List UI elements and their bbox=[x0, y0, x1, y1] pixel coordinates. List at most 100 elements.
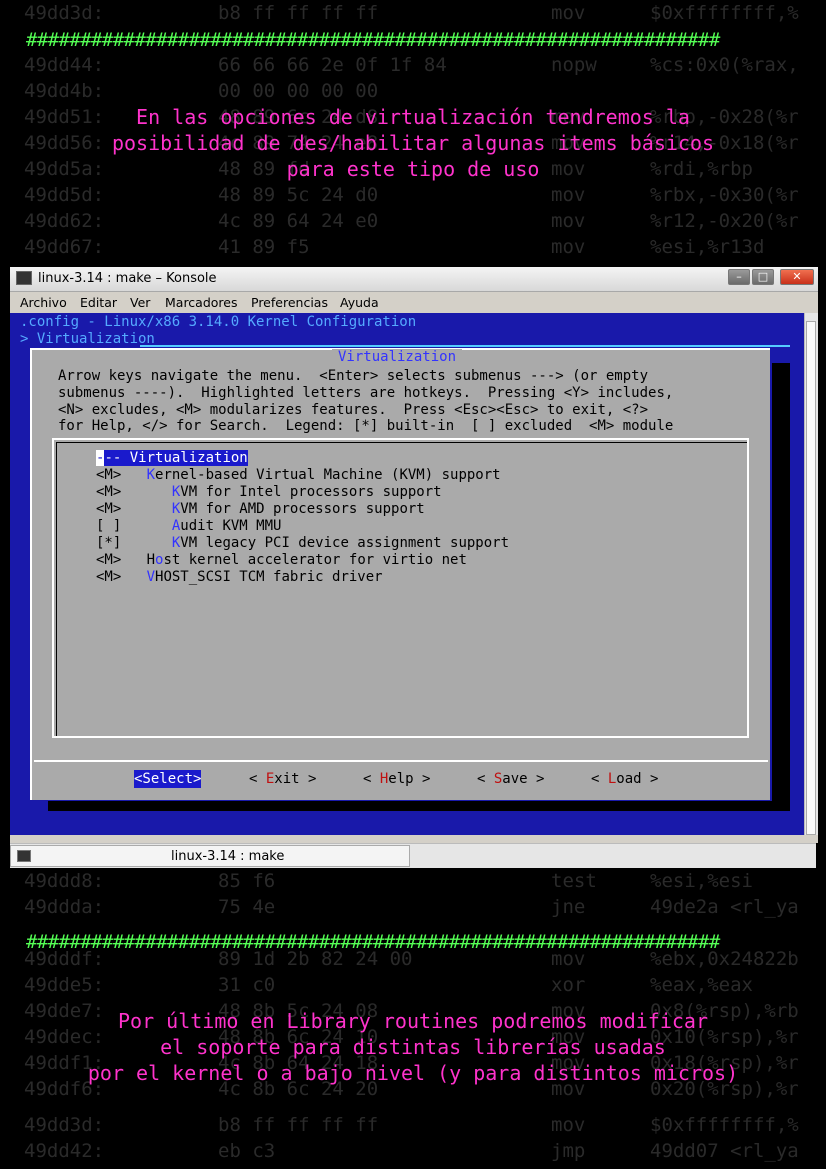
terminal-area[interactable]: .config - Linux/x86 3.14.0 Kernel Config… bbox=[10, 313, 804, 835]
menu-marcadores[interactable]: Marcadores bbox=[165, 295, 238, 310]
window-titlebar[interactable]: linux-3.14 : make – Konsole – □ ✕ bbox=[10, 267, 818, 292]
asm-field: b8 ff ff ff ff bbox=[218, 1114, 379, 1136]
help-button[interactable]: < Help > bbox=[363, 770, 430, 788]
close-button[interactable]: ✕ bbox=[780, 269, 814, 285]
help-text: Arrow keys navigate the menu. <Enter> se… bbox=[58, 368, 674, 435]
asm-field: 4c 89 64 24 e0 bbox=[218, 210, 379, 232]
asm-field: xor bbox=[551, 974, 586, 996]
load-button[interactable]: < Load > bbox=[591, 770, 658, 788]
asm-field: mov bbox=[551, 2, 586, 24]
list-item-kvm[interactable]: <M> Kernel-based Virtual Machine (KVM) s… bbox=[96, 467, 501, 484]
asm-field: 49ddd8: bbox=[24, 870, 105, 892]
asm-field: 49dd3d: bbox=[24, 1114, 105, 1136]
asm-field: %cs:0x0(%rax, bbox=[650, 54, 799, 76]
asm-field: mov bbox=[551, 210, 586, 232]
hash-divider-bottom: ########################################… bbox=[26, 931, 720, 953]
dialog-shadow-bottom bbox=[48, 801, 790, 811]
select-button[interactable]: <Select> bbox=[134, 770, 202, 788]
asm-field: $0xffffffff,% bbox=[650, 1114, 799, 1136]
asm-line: 49dd4b: 00 00 00 00 00 bbox=[0, 78, 826, 104]
asm-line: 49dd3d: b8 ff ff ff ff mov $0xffffffff,% bbox=[0, 1112, 826, 1138]
header-rule bbox=[140, 345, 790, 347]
asm-field: %esi,%esi bbox=[650, 870, 753, 892]
taskbar: linux-3.14 : make bbox=[10, 843, 816, 868]
window-title: linux-3.14 : make – Konsole bbox=[38, 271, 217, 286]
menu-preferencias[interactable]: Preferencias bbox=[251, 295, 328, 310]
asm-field: %r12,-0x20(%r bbox=[650, 210, 799, 232]
asm-field: nopw bbox=[551, 54, 597, 76]
dialog-shadow-right bbox=[772, 363, 790, 808]
asm-line: 49dd5d: 48 89 5c 24 d0 mov %rbx,-0x30(%r bbox=[0, 182, 826, 208]
asm-field: jmp bbox=[551, 1140, 586, 1162]
options-list: --- Virtualization <M> Kernel-based Virt… bbox=[52, 438, 749, 738]
minimize-button[interactable]: – bbox=[728, 269, 750, 285]
asm-field: 49de2a <rl_ya bbox=[650, 896, 799, 918]
maximize-button[interactable]: □ bbox=[752, 269, 774, 285]
asm-field: 85 f6 bbox=[218, 870, 276, 892]
asm-line: 49dd62: 4c 89 64 24 e0 mov %r12,-0x20(%r bbox=[0, 208, 826, 234]
list-item-audit-kvm-mmu[interactable]: [ ] Audit KVM MMU bbox=[96, 518, 281, 535]
menu-archivo[interactable]: Archivo bbox=[20, 295, 67, 310]
konsole-window: linux-3.14 : make – Konsole – □ ✕ Archiv… bbox=[10, 267, 818, 843]
asm-field: 31 c0 bbox=[218, 974, 276, 996]
asm-field: b8 ff ff ff ff bbox=[218, 2, 379, 24]
terminal-icon bbox=[16, 271, 32, 285]
asm-field: %esi,%r13d bbox=[650, 236, 765, 258]
asm-field: 41 89 f5 bbox=[218, 236, 310, 258]
list-item-kvm-amd[interactable]: <M> KVM for AMD processors support bbox=[96, 501, 425, 518]
list-item-vhost-net[interactable]: <M> Host kernel accelerator for virtio n… bbox=[96, 552, 467, 569]
asm-field: 49dd5d: bbox=[24, 184, 105, 206]
menu-ayuda[interactable]: Ayuda bbox=[340, 295, 379, 310]
asm-field: mov bbox=[551, 1114, 586, 1136]
caption-bottom: Por último en Library routines podremos … bbox=[87, 1009, 739, 1085]
asm-field: 49dde5: bbox=[24, 974, 105, 996]
asm-field: mov bbox=[551, 184, 586, 206]
asm-field: 49dd42: bbox=[24, 1140, 105, 1162]
asm-field: %eax,%eax bbox=[650, 974, 753, 996]
hash-divider-top: ########################################… bbox=[26, 29, 720, 51]
dialog-title: Virtualization bbox=[332, 349, 463, 365]
asm-field: 49dd3d: bbox=[24, 2, 105, 24]
taskbar-item-label: linux-3.14 : make bbox=[171, 849, 285, 864]
menu-bar: Archivo Editar Ver Marcadores Preferenci… bbox=[10, 292, 818, 313]
menu-editar[interactable]: Editar bbox=[80, 295, 117, 310]
menuconfig-dialog: Virtualization Arrow keys navigate the m… bbox=[30, 348, 770, 800]
terminal-icon bbox=[17, 850, 31, 862]
list-item-virtualization[interactable]: --- Virtualization bbox=[96, 450, 248, 467]
asm-field: 49dd4b: bbox=[24, 80, 105, 102]
taskbar-item-konsole[interactable]: linux-3.14 : make bbox=[10, 845, 410, 867]
asm-line: 49dd3d: b8 ff ff ff ff mov $0xffffffff,% bbox=[0, 0, 826, 26]
asm-field: 49dd07 <rl_ya bbox=[650, 1140, 799, 1162]
asm-field: 00 00 00 00 00 bbox=[218, 80, 379, 102]
caption-top: En las opciones de virtualización tendre… bbox=[111, 105, 715, 181]
asm-field: test bbox=[551, 870, 597, 892]
asm-field: %rbx,-0x30(%r bbox=[650, 184, 799, 206]
terminal-scrollbar[interactable] bbox=[804, 313, 818, 835]
asm-field: 49dd62: bbox=[24, 210, 105, 232]
asm-field: $0xffffffff,% bbox=[650, 2, 799, 24]
asm-field: mov bbox=[551, 236, 586, 258]
menu-ver[interactable]: Ver bbox=[130, 295, 150, 310]
asm-field: 75 4e bbox=[218, 896, 276, 918]
asm-field: 48 89 5c 24 d0 bbox=[218, 184, 379, 206]
asm-field: 49dd67: bbox=[24, 236, 105, 258]
asm-field: 66 66 66 2e 0f 1f 84 bbox=[218, 54, 447, 76]
asm-field: jne bbox=[551, 896, 586, 918]
asm-line: 49ddd8: 85 f6 test %esi,%esi bbox=[0, 868, 826, 894]
asm-field: 49dd44: bbox=[24, 54, 105, 76]
save-button[interactable]: < Save > bbox=[477, 770, 544, 788]
list-item-kvm-intel[interactable]: <M> KVM for Intel processors support bbox=[96, 484, 442, 501]
breadcrumb: > Virtualization bbox=[20, 331, 155, 347]
asm-line: 49ddda: 75 4e jne 49de2a <rl_ya bbox=[0, 894, 826, 920]
asm-line: 49dd42: eb c3 jmp 49dd07 <rl_ya bbox=[0, 1138, 826, 1164]
config-header: .config - Linux/x86 3.14.0 Kernel Config… bbox=[20, 314, 417, 330]
scrollbar-thumb[interactable] bbox=[806, 321, 816, 835]
asm-line: 49dde5: 31 c0 xor %eax,%eax bbox=[0, 972, 826, 998]
asm-line: 49dd67: 41 89 f5 mov %esi,%r13d bbox=[0, 234, 826, 260]
asm-field: 49ddda: bbox=[24, 896, 105, 918]
asm-line: 49dd44: 66 66 66 2e 0f 1f 84 nopw %cs:0x0(%… bbox=[0, 52, 826, 78]
asm-field: eb c3 bbox=[218, 1140, 276, 1162]
list-item-vhost-scsi[interactable]: <M> VHOST_SCSI TCM fabric driver bbox=[96, 569, 383, 586]
list-item-kvm-legacy-pci[interactable]: [*] KVM legacy PCI device assignment sup… bbox=[96, 535, 509, 552]
exit-button[interactable]: < Exit > bbox=[249, 770, 316, 788]
